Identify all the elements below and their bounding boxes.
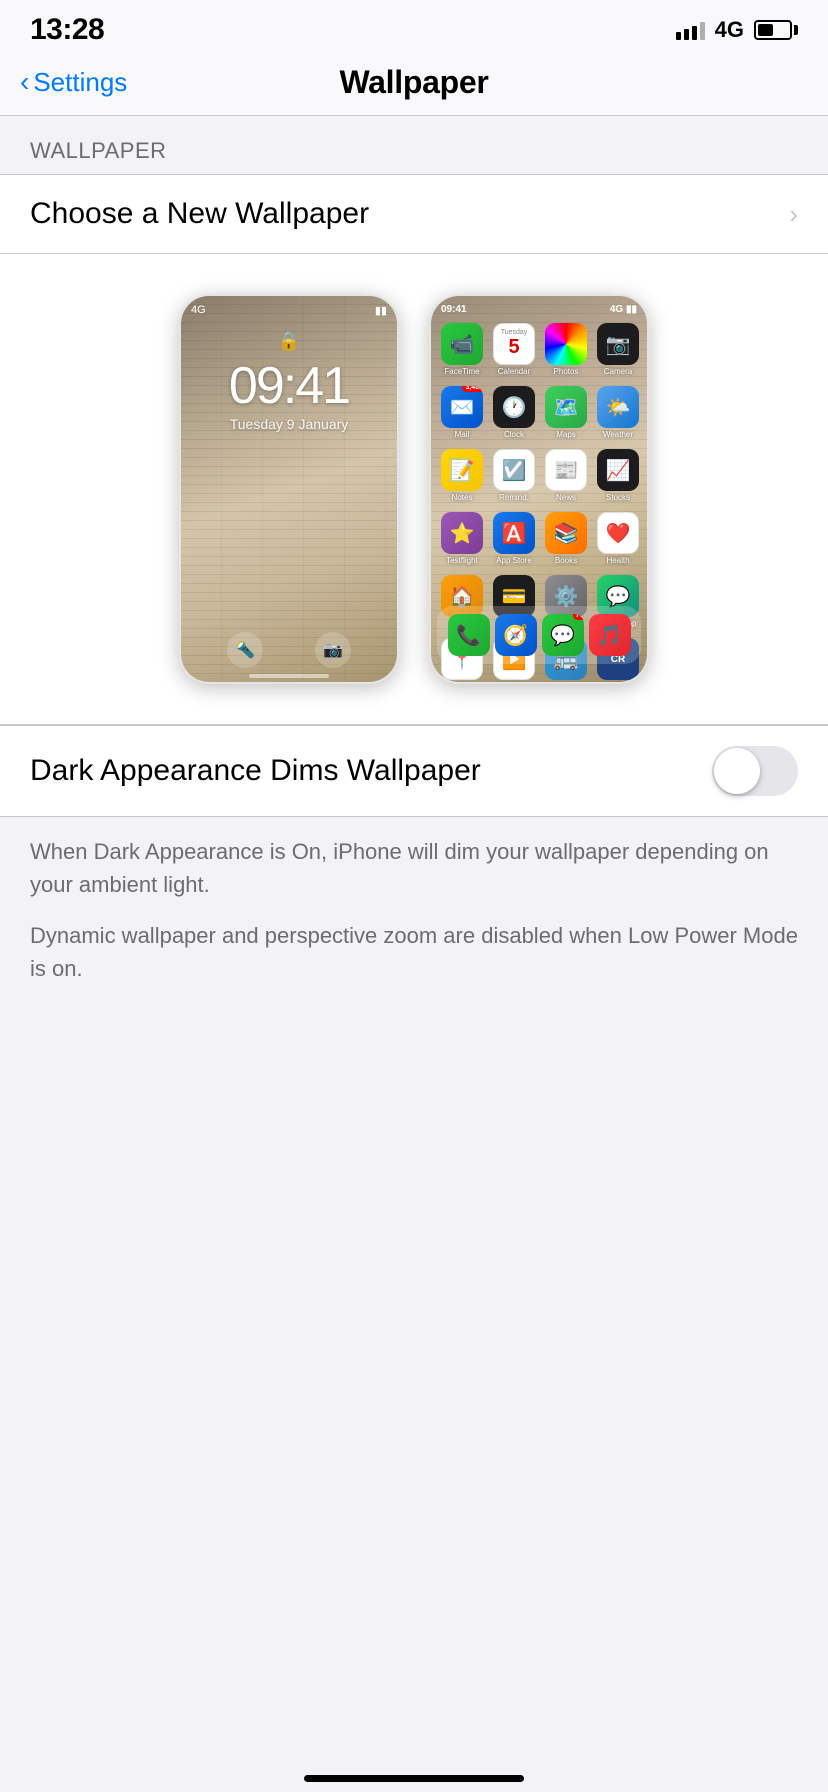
lock-icon: 🔒 (278, 331, 300, 352)
nav-bar: ‹ Settings Wallpaper (0, 54, 828, 116)
flashlight-icon: 🔦 (227, 632, 263, 668)
wallpaper-preview-area: 4G ▮▮ 🔒 09:41 Tuesday 9 January 🔦 📷 09:4… (0, 254, 828, 725)
home-indicator (249, 674, 329, 678)
status-icons: 4G (676, 17, 798, 43)
lock-time: 09:41 (229, 356, 349, 416)
dark-appearance-toggle[interactable] (712, 746, 798, 796)
home-dock: 📞 🧭 💬77 🎵 (437, 606, 641, 664)
footer-text: When Dark Appearance is On, iPhone will … (0, 817, 828, 1013)
choose-wallpaper-label: Choose a New Wallpaper (30, 197, 369, 231)
homescreen-preview[interactable]: 09:41 4G ▮▮ 📹FaceTime Tuesday5Calendar P… (429, 294, 649, 684)
battery-icon (754, 20, 798, 40)
home-indicator-bar (304, 1775, 524, 1782)
lock-date: Tuesday 9 January (230, 416, 349, 432)
dark-appearance-section: Dark Appearance Dims Wallpaper (0, 725, 828, 817)
dark-appearance-row: Dark Appearance Dims Wallpaper (0, 726, 828, 816)
lockscreen-preview[interactable]: 4G ▮▮ 🔒 09:41 Tuesday 9 January 🔦 📷 (179, 294, 399, 684)
footer-line2: Dynamic wallpaper and perspective zoom a… (30, 919, 798, 985)
signal-icon (676, 20, 705, 40)
camera-lock-icon: 📷 (315, 632, 351, 668)
chevron-right-icon: › (789, 199, 798, 230)
network-label: 4G (715, 17, 744, 43)
choose-wallpaper-section: Choose a New Wallpaper › (0, 174, 828, 254)
back-button[interactable]: ‹ Settings (20, 67, 127, 98)
status-time: 13:28 (30, 13, 104, 47)
footer-line1: When Dark Appearance is On, iPhone will … (30, 835, 798, 901)
toggle-thumb (714, 748, 760, 794)
chevron-left-icon: ‹ (20, 68, 29, 96)
status-bar: 13:28 4G (0, 0, 828, 54)
choose-wallpaper-item[interactable]: Choose a New Wallpaper › (0, 175, 828, 253)
back-label: Settings (33, 67, 127, 98)
dark-appearance-label: Dark Appearance Dims Wallpaper (30, 754, 712, 788)
lock-bottom-controls: 🔦 📷 (181, 632, 397, 668)
section-header-wallpaper: WALLPAPER (0, 116, 828, 174)
page-title: Wallpaper (339, 64, 488, 101)
